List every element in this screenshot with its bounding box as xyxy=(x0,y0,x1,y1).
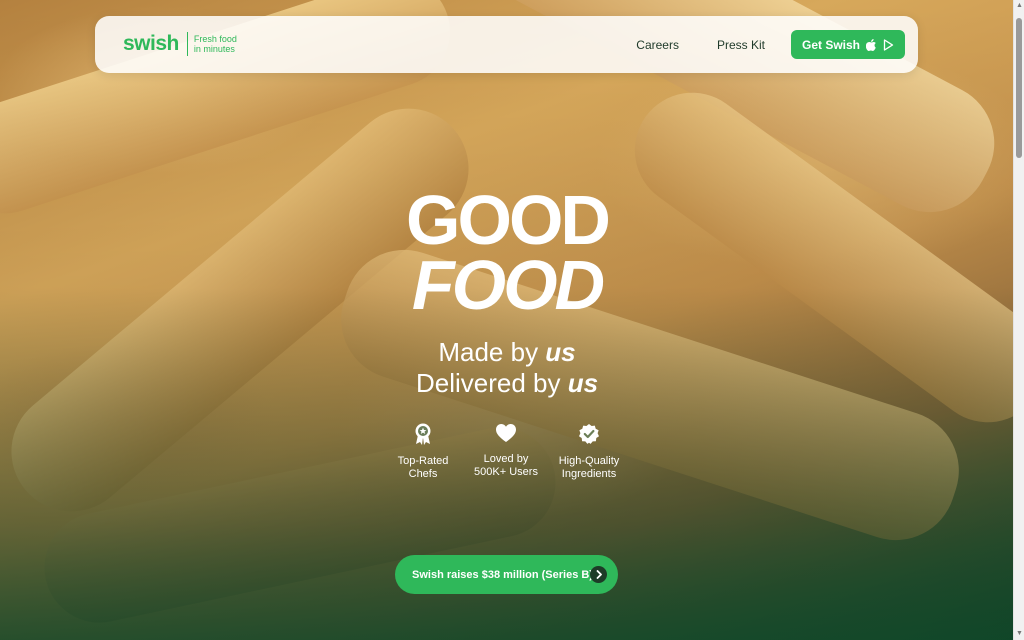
nav-link-press-kit[interactable]: Press Kit xyxy=(717,38,765,52)
logo-tagline: Fresh food in minutes xyxy=(194,34,237,54)
hero-headline-line2: FOOD xyxy=(411,246,605,324)
play-store-icon xyxy=(883,38,894,51)
verified-badge-icon xyxy=(539,423,639,449)
subline-1-text: Made by xyxy=(438,337,546,367)
feature-1-line2: Chefs xyxy=(408,468,438,480)
subline-2-text: Delivered by xyxy=(415,368,568,398)
funding-announcement-button[interactable]: Swish raises $38 million (Series B) xyxy=(395,555,618,594)
subline-2-emphasis: us xyxy=(567,368,599,398)
scroll-up-icon[interactable]: ▲ xyxy=(1016,2,1023,9)
get-swish-label: Get Swish xyxy=(801,37,860,52)
feature-high-quality-ingredients: High-Quality Ingredients xyxy=(539,423,639,481)
chevron-right-icon xyxy=(590,566,607,583)
top-navbar: swish Fresh food in minutes Careers Pres… xyxy=(95,16,918,73)
announcement-label: Swish raises $38 million (Series B) xyxy=(412,568,593,581)
feature-1-line1: Top-Rated xyxy=(397,455,449,467)
feature-2-line2: 500K+ Users xyxy=(474,466,538,478)
logo-tagline-line2: in minutes xyxy=(193,44,235,54)
hero-headline-line1: GOOD xyxy=(406,181,611,259)
apple-icon xyxy=(866,38,877,51)
brand-logo[interactable]: swish Fresh food in minutes xyxy=(123,32,237,56)
logo-wordmark: swish xyxy=(123,32,179,55)
get-swish-button[interactable]: Get Swish xyxy=(791,30,905,59)
feature-3-line1: High-Quality xyxy=(558,455,620,467)
scrollbar-thumb[interactable] xyxy=(1016,18,1022,158)
logo-divider xyxy=(186,32,188,56)
feature-2-line1: Loved by xyxy=(483,453,529,465)
nav-link-careers[interactable]: Careers xyxy=(636,38,679,52)
feature-3-line2: Ingredients xyxy=(561,468,617,480)
hero-subline-1: Made by us xyxy=(0,337,1014,367)
logo-tagline-line1: Fresh food xyxy=(193,34,237,44)
nav-links: Careers Press Kit xyxy=(598,38,765,52)
subline-1-emphasis: us xyxy=(545,337,576,367)
scroll-down-icon[interactable]: ▼ xyxy=(1016,630,1023,637)
page-scrollbar[interactable]: ▲ ▼ xyxy=(1013,0,1024,640)
hero-subline-2: Delivered by us xyxy=(0,368,1014,398)
